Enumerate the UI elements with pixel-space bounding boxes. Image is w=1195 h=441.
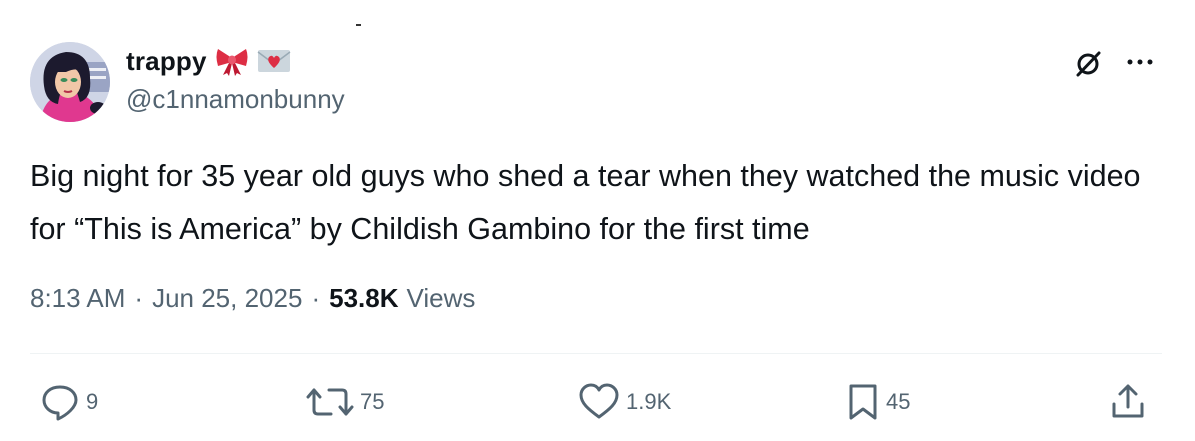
author-handle[interactable]: @c1nnamonbunny [126, 84, 345, 115]
avatar-image [30, 42, 110, 122]
tweet-time[interactable]: 8:13 AM [30, 283, 125, 314]
grok-icon [1076, 51, 1101, 77]
divider [30, 353, 1162, 354]
tweet-date[interactable]: Jun 25, 2025 [152, 283, 302, 314]
tweet-meta: 8:13 AM · Jun 25, 2025 · 53.8K Views [30, 280, 475, 316]
repost-button[interactable]: 75 [306, 380, 384, 424]
repost-icon [306, 388, 354, 416]
views-count: 53.8K [329, 282, 399, 313]
bookmark-button[interactable]: 45 [846, 380, 910, 424]
bookmark-icon [849, 384, 877, 420]
tweet-card: trappy @c1nnamonbunny Big night for 35 y… [0, 0, 1195, 441]
reply-icon [42, 385, 78, 421]
share-icon [1112, 384, 1144, 418]
like-count: 1.9K [626, 389, 672, 414]
like-button[interactable]: 1.9K [578, 380, 671, 424]
meta-separator: · [311, 282, 321, 313]
stray-mark [356, 24, 361, 26]
heart-icon [579, 383, 619, 419]
author-display-name[interactable]: trappy [126, 46, 207, 77]
reply-count: 9 [86, 389, 99, 414]
share-button[interactable] [1110, 380, 1146, 424]
repost-count: 75 [360, 389, 385, 414]
love-letter-emoji-icon [257, 48, 291, 74]
author-name-row: trappy [126, 44, 291, 78]
avatar[interactable] [30, 42, 110, 122]
reply-button[interactable]: 9 [40, 380, 98, 424]
bookmark-count: 45 [886, 389, 911, 414]
meta-separator: · [134, 282, 144, 313]
ribbon-emoji-icon [215, 46, 249, 76]
views-label: Views [406, 282, 476, 313]
more-options-button[interactable] [1120, 44, 1160, 80]
tweet-text: Big night for 35 year old guys who shed … [30, 159, 1141, 246]
more-icon [1127, 59, 1153, 65]
grok-button[interactable] [1068, 44, 1108, 84]
